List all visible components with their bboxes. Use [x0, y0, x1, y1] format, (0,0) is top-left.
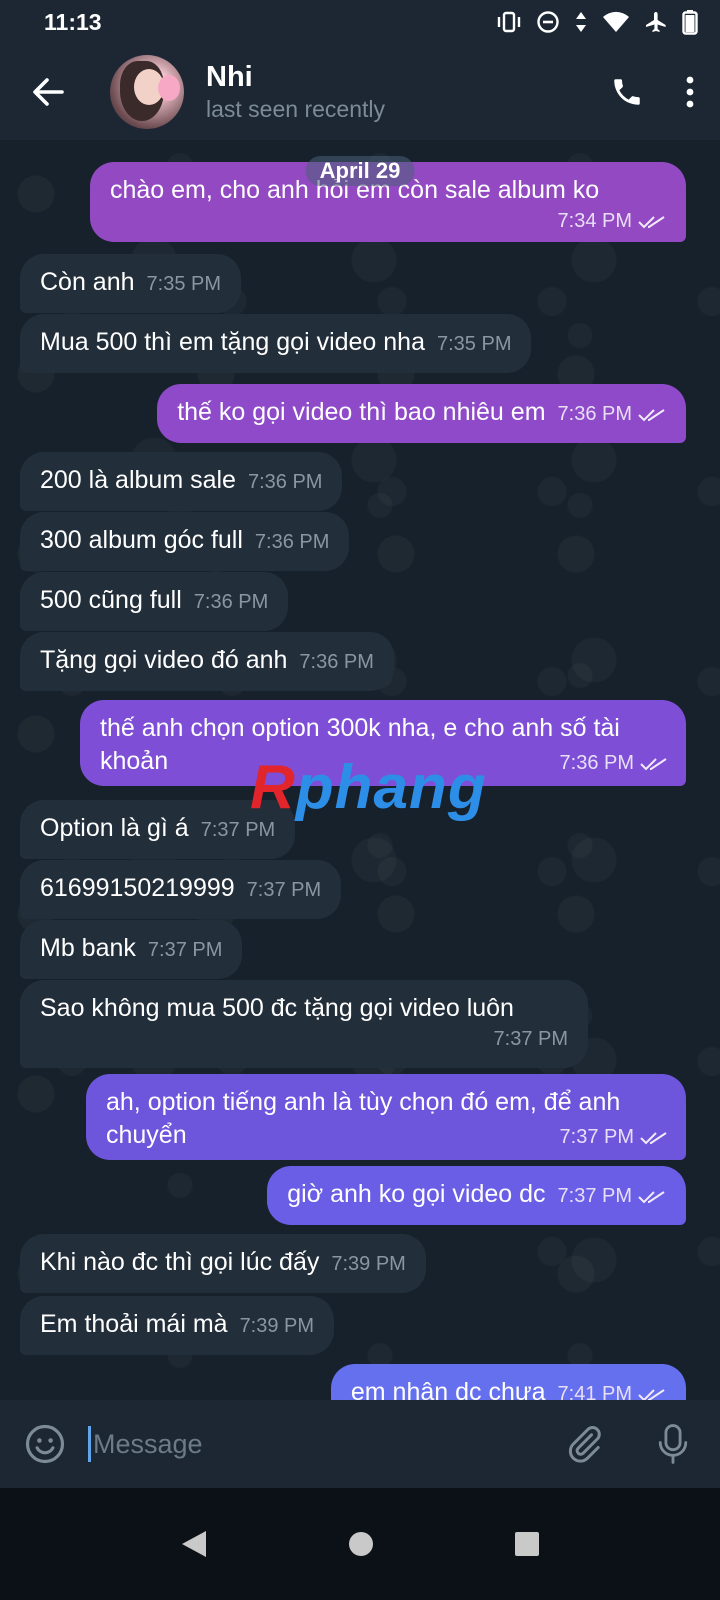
nav-back-icon[interactable]: [180, 1529, 208, 1559]
message-incoming[interactable]: Tặng gọi video đó anh 7:36 PM: [20, 632, 394, 691]
attach-icon[interactable]: [564, 1424, 604, 1464]
message-incoming[interactable]: Em thoải mái mà 7:39 PM: [20, 1296, 335, 1355]
message-time: 7:37 PM: [557, 1185, 632, 1207]
microphone-icon[interactable]: [656, 1422, 690, 1466]
chat-area[interactable]: April 29 chào em, cho anh hỏi em còn sal…: [0, 140, 720, 1428]
message-input[interactable]: [93, 1428, 564, 1460]
message-time: 7:37 PM: [559, 1126, 634, 1148]
message-text: Sao không mua 500 đc tặng gọi video luôn: [40, 994, 514, 1022]
message-time: 7:36 PM: [254, 531, 330, 553]
status-icons: [496, 9, 698, 35]
message-incoming[interactable]: Sao không mua 500 đc tặng gọi video luôn…: [20, 980, 588, 1068]
navigation-bar: [0, 1488, 720, 1600]
message-time: 7:37 PM: [493, 1028, 568, 1050]
status-time: 11:13: [44, 8, 102, 35]
message-text: Option là gì á: [40, 814, 189, 842]
message-text: Em thoải mái mà: [40, 1310, 228, 1338]
message-time: 7:39 PM: [239, 1315, 315, 1337]
message-text: Mua 500 thì em tặng gọi video nha: [40, 328, 425, 356]
contact-name: Nhi: [206, 61, 253, 93]
message-time: 7:36 PM: [193, 591, 269, 613]
message-time: 7:34 PM: [557, 210, 632, 232]
message-time: 7:37 PM: [147, 939, 223, 961]
message-time: 7:36 PM: [557, 403, 632, 425]
message-time: 7:39 PM: [331, 1253, 406, 1275]
message-text: 500 cũng full: [40, 586, 182, 614]
message-incoming[interactable]: 500 cũng full 7:36 PM: [20, 572, 289, 631]
message-incoming[interactable]: 61699150219999 7:37 PM: [20, 860, 342, 919]
phone-icon[interactable]: [610, 75, 644, 109]
data-arrows-icon: [576, 12, 586, 32]
message-text: Tặng gọi video đó anh: [40, 646, 288, 674]
message-incoming[interactable]: 300 album góc full 7:36 PM: [20, 512, 350, 571]
double-check-icon: [638, 215, 665, 229]
message-text: 61699150219999: [40, 874, 235, 902]
message-time: 7:36 PM: [559, 752, 634, 774]
airplane-icon: [646, 12, 666, 32]
double-check-icon: [640, 1131, 667, 1145]
avatar[interactable]: [110, 55, 184, 129]
dnd-icon: [537, 11, 559, 33]
contact-info[interactable]: Nhi last seen recently: [206, 60, 385, 124]
message-incoming[interactable]: Mb bank 7:37 PM: [20, 920, 243, 979]
message-outgoing[interactable]: ah, option tiếng anh là tùy chọn đó em, …: [86, 1074, 686, 1160]
message-text: 200 là album sale: [40, 466, 236, 494]
message-outgoing[interactable]: thế ko gọi video thì bao nhiêu em 7:36 PM: [157, 384, 686, 443]
more-vert-icon[interactable]: [684, 75, 696, 109]
message-text: 300 album góc full: [40, 526, 243, 554]
message-incoming[interactable]: 200 là album sale 7:36 PM: [20, 452, 343, 511]
date-chip: April 29: [305, 156, 415, 186]
vibrate-icon: [497, 11, 521, 33]
nav-home-icon[interactable]: [347, 1530, 375, 1558]
contact-status: last seen recently: [206, 96, 385, 122]
wifi-icon: [603, 11, 629, 32]
text-caret: [88, 1426, 91, 1462]
battery-icon: [682, 10, 698, 35]
chat-header: Nhi last seen recently: [0, 44, 720, 140]
double-check-icon: [640, 757, 667, 771]
status-bar: 11:13: [0, 0, 720, 44]
emoji-icon[interactable]: [24, 1423, 66, 1465]
message-text: Còn anh: [40, 268, 135, 296]
message-text: thế ko gọi video thì bao nhiêu em: [177, 398, 546, 426]
message-text: Mb bank: [40, 934, 136, 962]
message-text: Khi nào đc thì gọi lúc đấy: [40, 1248, 320, 1276]
message-text: giờ anh ko gọi video dc: [287, 1180, 546, 1208]
double-check-icon: [638, 1190, 665, 1204]
message-outgoing[interactable]: giờ anh ko gọi video dc 7:37 PM: [267, 1166, 686, 1225]
watermark: Rphang: [250, 753, 487, 822]
back-button[interactable]: [20, 64, 76, 120]
message-time: 7:36 PM: [299, 651, 374, 673]
message-time: 7:35 PM: [437, 333, 512, 355]
message-time: 7:36 PM: [247, 471, 323, 493]
message-time: 7:37 PM: [246, 879, 322, 901]
back-arrow-icon: [33, 78, 64, 106]
double-check-icon: [638, 408, 665, 422]
message-time: 7:35 PM: [146, 273, 222, 295]
message-incoming[interactable]: Mua 500 thì em tặng gọi video nha 7:35 PM: [20, 314, 532, 373]
nav-recents-icon[interactable]: [514, 1531, 540, 1557]
message-composer: [0, 1400, 720, 1488]
message-incoming[interactable]: Còn anh 7:35 PM: [20, 254, 242, 313]
message-incoming[interactable]: Khi nào đc thì gọi lúc đấy 7:39 PM: [20, 1234, 426, 1293]
